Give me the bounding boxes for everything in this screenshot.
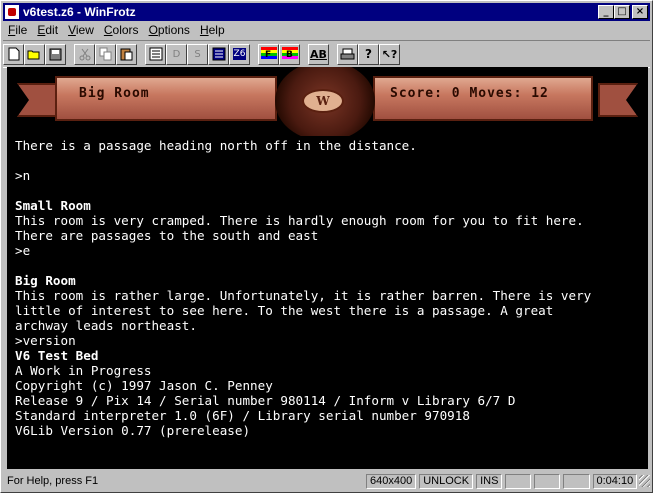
transcript-line: Copyright (c) 1997 Jason C. Penney <box>15 378 273 393</box>
d-icon: D <box>172 48 181 60</box>
room-heading: Big Room <box>15 273 76 288</box>
menu-bar: File Edit View Colors Options Help <box>3 21 230 39</box>
ins-pane: INS <box>476 473 503 489</box>
resize-grip-icon[interactable] <box>639 475 651 487</box>
font-icon <box>149 47 162 61</box>
room-heading: V6 Test Bed <box>15 348 99 363</box>
s-button[interactable]: S <box>187 43 208 65</box>
app-icon[interactable] <box>5 5 19 19</box>
open-file-button[interactable] <box>24 43 45 65</box>
transcript-line: archway leads northeast. <box>15 318 197 333</box>
font-style-button[interactable]: AB <box>308 43 329 65</box>
svg-text:F: F <box>265 50 271 60</box>
transcript-line: Standard interpreter 1.0 (6F) / Library … <box>15 408 470 423</box>
save-icon <box>49 48 62 60</box>
transcript-line: There are passages to the south and east <box>15 228 319 243</box>
resolution-pane: 640x400 <box>366 473 417 489</box>
transcript-line <box>15 258 648 273</box>
status-banner: W Big Room Score: 0 Moves: 12 <box>7 67 648 136</box>
time-pane: 0:04:10 <box>592 473 638 489</box>
transcript-line: V6Lib Version 0.77 (prerelease) <box>15 423 251 438</box>
foreground-color-icon: F <box>260 47 277 60</box>
app-window: v6test.z6 - WinFrotz _ □ × File Edit View C… <box>0 0 653 493</box>
svg-text:B: B <box>286 50 293 60</box>
menu-options[interactable]: Options <box>144 23 195 37</box>
help-icon: ? <box>365 47 372 61</box>
transcript-line: > <box>15 468 648 469</box>
copy-button[interactable] <box>95 43 116 65</box>
context-help-button[interactable]: ↖? <box>379 43 400 65</box>
transcript-line <box>15 153 648 168</box>
save-button[interactable] <box>45 43 66 65</box>
game-text-window[interactable]: There is a passage heading north off in … <box>7 136 648 469</box>
background-color-icon: B <box>281 47 298 60</box>
transcript-line: There is a passage heading north off in … <box>15 138 417 153</box>
foreground-color-button[interactable]: F <box>258 43 279 65</box>
context-help-icon: ↖? <box>381 47 398 61</box>
screen-button[interactable] <box>208 43 229 65</box>
transcript-line <box>15 183 648 198</box>
menu-colors[interactable]: Colors <box>99 23 144 37</box>
empty-pane-3 <box>563 473 590 489</box>
printer-icon <box>340 48 355 59</box>
transcript-line: little of interest to see here. To the w… <box>15 303 554 318</box>
empty-pane-2 <box>534 473 561 489</box>
room-heading: Small Room <box>15 198 91 213</box>
minimize-button[interactable]: _ <box>598 5 614 19</box>
menu-help[interactable]: Help <box>195 23 230 37</box>
close-button[interactable]: × <box>632 5 648 19</box>
screen-icon <box>212 47 225 61</box>
folder-open-icon <box>27 50 40 60</box>
paste-button[interactable] <box>116 43 137 65</box>
maximize-button[interactable]: □ <box>614 5 630 19</box>
transcript-line: This room is very cramped. There is hard… <box>15 213 584 228</box>
transcript-line: >version <box>15 333 76 348</box>
status-bar: For Help, press F1 640x400 UNLOCK INS 0:… <box>3 472 651 490</box>
toolbar: D S Z6 F B AB ? ↖? <box>3 40 650 68</box>
transcript-line: >e <box>15 243 31 258</box>
emblem-center-icon: W <box>302 89 344 113</box>
score-moves-label: Score: 0 Moves: 12 <box>390 86 549 101</box>
scissors-icon <box>79 48 90 60</box>
ribbon-tail-left <box>17 83 57 117</box>
empty-pane-1 <box>505 473 532 489</box>
transcript-line: This room is rather large. Unfortunately… <box>15 288 592 303</box>
background-color-button[interactable]: B <box>279 43 300 65</box>
transcript-line: Release 9 / Pix 14 / Serial number 98011… <box>15 393 516 408</box>
location-label: Big Room <box>79 86 150 101</box>
font-button[interactable] <box>145 43 166 65</box>
paste-icon <box>120 48 132 61</box>
copy-icon <box>99 47 111 61</box>
d-button[interactable]: D <box>166 43 187 65</box>
new-file-icon <box>8 47 19 61</box>
s-icon: S <box>194 48 201 60</box>
new-file-button[interactable] <box>3 43 24 65</box>
menu-edit[interactable]: Edit <box>32 23 63 37</box>
transcript-line <box>15 453 648 468</box>
title-bar[interactable]: v6test.z6 - WinFrotz _ □ × <box>3 3 650 21</box>
help-button[interactable]: ? <box>358 43 379 65</box>
z6-icon: Z6 <box>232 48 247 60</box>
cut-button[interactable] <box>74 43 95 65</box>
help-hint: For Help, press F1 <box>7 475 99 487</box>
font-style-icon: AB <box>310 47 327 61</box>
transcript-line: >n <box>15 168 31 183</box>
window-title: v6test.z6 - WinFrotz <box>23 5 136 19</box>
ribbon-tail-right <box>598 83 638 117</box>
menu-view[interactable]: View <box>63 23 99 37</box>
print-button[interactable] <box>337 43 358 65</box>
z6-button[interactable]: Z6 <box>229 43 250 65</box>
transcript-line: A Work in Progress <box>15 363 152 378</box>
unlock-pane: UNLOCK <box>419 473 474 489</box>
menu-file[interactable]: File <box>3 23 32 37</box>
window-controls: _ □ × <box>598 5 648 19</box>
transcript-line <box>15 438 648 453</box>
